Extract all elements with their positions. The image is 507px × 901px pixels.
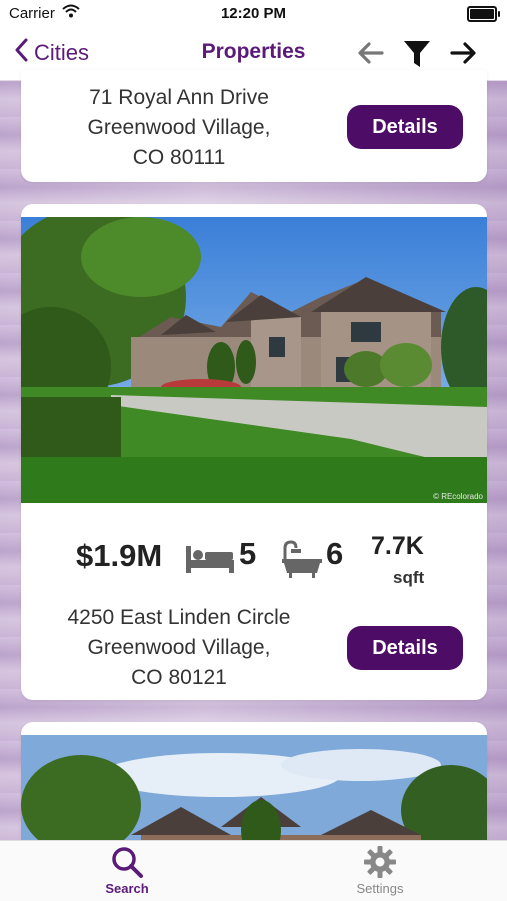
property-card: 71 Royal Ann Drive Greenwood Village, CO… (21, 70, 487, 182)
address-line: Greenwood Village, (87, 636, 271, 659)
square-footage: 7.7K (371, 532, 424, 560)
gear-icon (320, 845, 440, 879)
status-time: 12:20 PM (220, 5, 287, 22)
property-address: 4250 East Linden Circle Greenwood Villag… (49, 603, 309, 693)
address-line: Greenwood Village, (87, 116, 271, 139)
property-card (21, 722, 487, 852)
battery-icon (467, 6, 500, 22)
address-line: 4250 East Linden Circle (67, 606, 291, 629)
search-icon (67, 845, 187, 879)
address-line: CO 80121 (131, 666, 227, 689)
address-line: 71 Royal Ann Drive (89, 86, 269, 109)
property-photo[interactable] (21, 735, 487, 852)
arrow-right-icon[interactable] (448, 38, 478, 73)
property-address: 71 Royal Ann Drive Greenwood Village, CO… (49, 83, 309, 173)
bed-count: 5 (239, 536, 257, 571)
property-price: $1.9M (76, 538, 163, 573)
property-card: © REcolorado $1.9M 5 6 7.7K sqft 4250 Ea… (21, 204, 487, 700)
tab-search[interactable]: Search (67, 845, 187, 896)
tab-settings[interactable]: Settings (320, 845, 440, 896)
details-button[interactable]: Details (347, 626, 463, 670)
bathtub-icon (281, 540, 323, 585)
tab-bar: Search Settings (0, 840, 507, 901)
details-button[interactable]: Details (347, 105, 463, 149)
property-photo[interactable]: © REcolorado (21, 217, 487, 503)
tab-settings-label: Settings (356, 881, 404, 896)
photo-credit: © REcolorado (433, 492, 483, 501)
tab-search-label: Search (105, 881, 149, 896)
arrow-left-icon[interactable] (356, 38, 386, 73)
address-line: CO 80111 (132, 146, 226, 169)
bed-icon (185, 544, 235, 579)
bath-count: 6 (326, 536, 344, 571)
status-bar: Carrier 12:20 PM (0, 0, 507, 28)
square-footage-unit: sqft (393, 568, 425, 587)
property-stats: $1.9M 5 6 7.7K sqft (21, 530, 487, 600)
